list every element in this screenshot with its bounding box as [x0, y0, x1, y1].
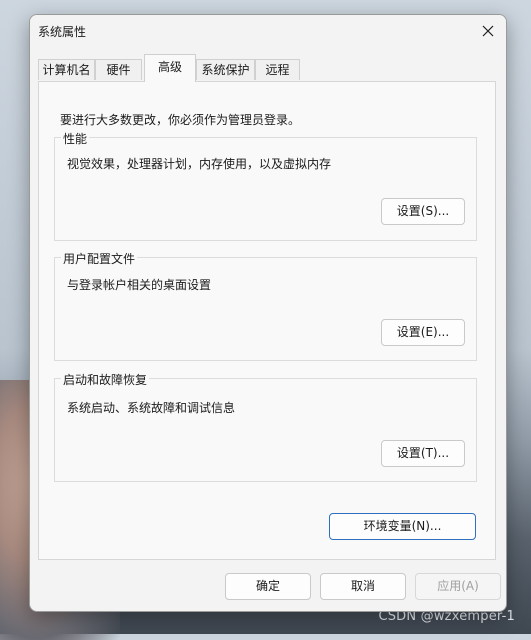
system-properties-dialog: 系统属性 计算机名 硬件 高级 系统保护 远程 要进行大多数更改，你必须作为管理…: [29, 14, 507, 612]
tab-remote[interactable]: 远程: [255, 59, 300, 80]
tab-advanced[interactable]: 高级: [144, 54, 196, 82]
startup-recovery-title: 启动和故障恢复: [61, 371, 150, 388]
performance-settings-button[interactable]: 设置(S)...: [381, 198, 465, 225]
close-button[interactable]: [470, 15, 506, 46]
performance-group: 性能 视觉效果，处理器计划，内存使用，以及虚拟内存 设置(S)...: [54, 130, 477, 241]
startup-recovery-settings-button[interactable]: 设置(T)...: [381, 440, 465, 467]
environment-variables-button[interactable]: 环境变量(N)...: [329, 513, 476, 540]
startup-recovery-description: 系统启动、系统故障和调试信息: [67, 401, 236, 415]
admin-notice: 要进行大多数更改，你必须作为管理员登录。: [60, 113, 301, 127]
user-profiles-title: 用户配置文件: [61, 250, 138, 267]
tab-computer-name[interactable]: 计算机名: [38, 59, 95, 80]
apply-button[interactable]: 应用(A): [415, 573, 501, 600]
tab-system-protection[interactable]: 系统保护: [196, 59, 255, 80]
cancel-button[interactable]: 取消: [320, 573, 406, 600]
user-profiles-settings-button[interactable]: 设置(E)...: [381, 319, 465, 346]
title-bar: 系统属性: [30, 15, 506, 46]
tab-hardware[interactable]: 硬件: [95, 59, 142, 80]
close-icon: [482, 25, 494, 36]
startup-recovery-group: 启动和故障恢复 系统启动、系统故障和调试信息 设置(T)...: [54, 371, 477, 482]
performance-title: 性能: [61, 130, 90, 147]
ok-button[interactable]: 确定: [225, 573, 311, 600]
window-title: 系统属性: [38, 25, 87, 39]
user-profiles-group: 用户配置文件 与登录帐户相关的桌面设置 设置(E)...: [54, 250, 477, 361]
performance-description: 视觉效果，处理器计划，内存使用，以及虚拟内存: [67, 157, 332, 171]
advanced-tab-panel: 要进行大多数更改，你必须作为管理员登录。 性能 视觉效果，处理器计划，内存使用，…: [38, 81, 496, 560]
user-profiles-description: 与登录帐户相关的桌面设置: [67, 278, 212, 292]
